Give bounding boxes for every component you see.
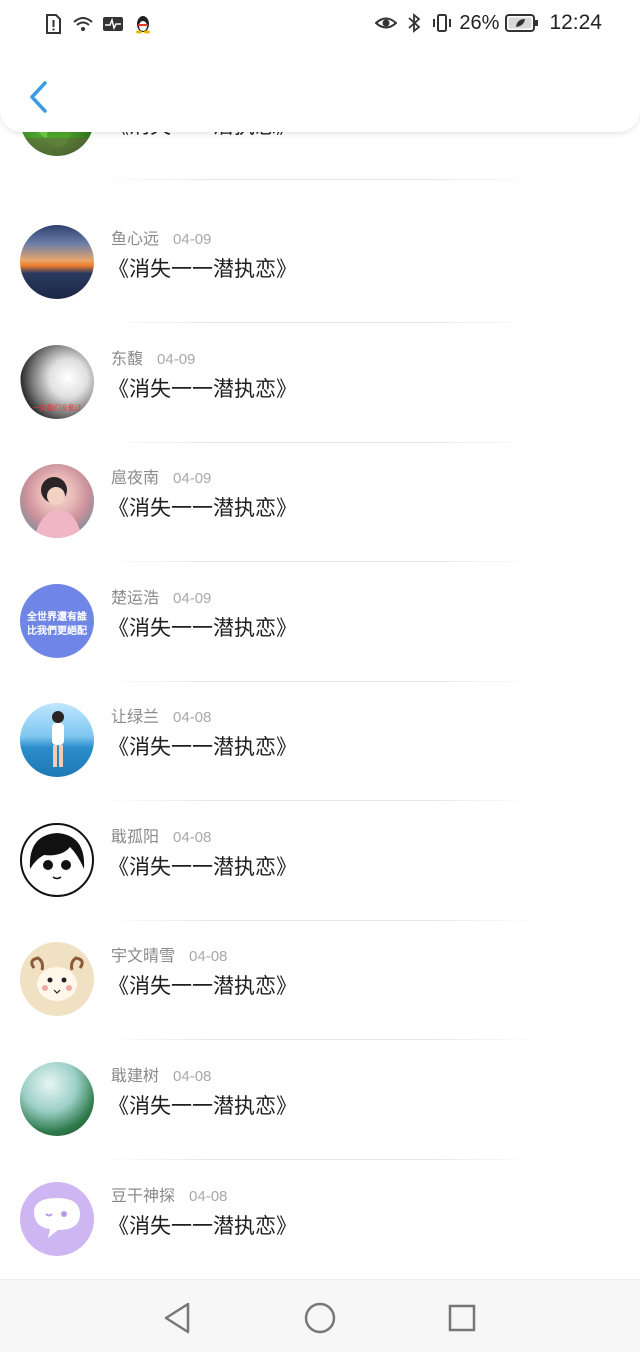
message-date: 04-08 [173,829,212,846]
battery-saver-icon [505,14,539,32]
beach-girl-photo-icon [52,711,64,767]
avatar[interactable] [20,225,94,299]
message-text: 《消失一一潜执恋》 [108,1094,297,1118]
avatar[interactable] [20,703,94,777]
status-bar: 26% 12:24 [0,0,640,50]
sender-name[interactable]: 楚运浩 [111,588,159,607]
sender-name[interactable]: 鱼心远 [111,229,159,248]
list-item[interactable]: 戢建树 04-08 《消失一一潜执恋》 [0,1040,640,1160]
sender-name[interactable]: 扈夜南 [111,468,159,487]
list-item[interactable]: 宇文晴雪 04-08 《消失一一潜执恋》 [0,920,640,1040]
sim-alert-icon [46,14,61,34]
message-date: 04-09 [157,351,196,368]
nav-home-button[interactable] [300,1298,340,1338]
sender-name[interactable]: 宇文晴雪 [111,946,175,965]
nav-back-button[interactable] [158,1298,198,1338]
message-date: 04-09 [173,231,212,248]
qq-penguin-icon [136,16,150,34]
avatar-caption: 比我們更絕配 [27,626,87,637]
avatar[interactable] [20,464,94,538]
message-date: 04-08 [189,948,228,965]
sender-name[interactable]: 豆干神探 [111,1186,175,1205]
list-item[interactable]: 戢孤阳 04-08 《消失一一潜执恋》 [0,801,640,921]
avatar[interactable] [20,823,94,897]
message-text: 《消失一一潜执恋》 [108,735,297,759]
bluetooth-icon [408,13,421,33]
circle-home-icon [304,1302,336,1334]
sender-name[interactable]: 戢建树 [111,1066,159,1085]
cartoon-sheep-icon [30,956,84,1001]
message-text: 《消失一一潜执恋》 [108,1214,297,1238]
message-text: 《消失一一潜执恋》 [108,616,297,640]
list-item[interactable]: 一类我们没爱过 东馥 04-09 《消失一一潜执恋》 [0,323,640,443]
message-text: 《消失一一潜执恋》 [108,377,297,401]
list-item[interactable]: 全世界還有誰 比我們更絕配 楚运浩 04-09 《消失一一潜执恋》 [0,562,640,682]
sender-name[interactable]: 戢孤阳 [111,827,159,846]
activity-monitor-icon [103,17,123,31]
triangle-back-icon [164,1302,190,1334]
message-date: 04-09 [173,590,212,607]
list-item[interactable]: 鱼心远 04-09 《消失一一潜执恋》 [0,203,640,323]
message-text: 《消失一一潜执恋》 [108,496,297,520]
chevron-left-icon [30,81,47,113]
manga-girl-icon [29,833,85,880]
list-item[interactable]: 让绿兰 04-08 《消失一一潜执恋》 [0,681,640,801]
avatar[interactable]: 全世界還有誰 比我們更絕配 [20,584,94,658]
nav-recent-button[interactable] [442,1298,482,1338]
eye-comfort-icon [375,17,398,29]
sender-name[interactable]: 东馥 [111,349,143,368]
message-date: 04-08 [189,1188,228,1205]
avatar[interactable]: 一类我们没爱过 [20,345,94,419]
battery-percent: 26% [459,11,500,34]
square-recent-icon [448,1304,476,1332]
message-date: 04-08 [173,1068,212,1085]
back-button[interactable] [18,74,58,120]
avatar[interactable] [20,1062,94,1136]
message-date: 04-08 [173,709,212,726]
wifi-icon [73,17,93,31]
avatar-caption: 全世界還有誰 [27,612,87,623]
list-item[interactable]: 豆干神探 04-08 《消失一一潜执恋》 [0,1160,640,1280]
avatar[interactable] [20,942,94,1016]
avatar[interactable] [20,1182,94,1256]
girl-photo-icon [34,477,82,538]
clock: 12:24 [549,11,602,34]
sender-name[interactable]: 让绿兰 [111,707,159,726]
system-navigation-bar [0,1279,640,1352]
vibrate-icon [433,14,452,32]
message-date: 04-09 [173,470,212,487]
message-text: 《消失一一潜执恋》 [108,257,297,281]
message-text: 《消失一一潜执恋》 [108,855,297,879]
list-item[interactable]: 扈夜南 04-09 《消失一一潜执恋》 [0,442,640,562]
message-text: 《消失一一潜执恋》 [108,974,297,998]
app-header: 26% 12:24 [0,0,640,132]
divider [100,179,540,180]
chat-bubble-icon [34,1198,80,1238]
avatar-caption: 一类我们没爱过 [32,404,82,412]
